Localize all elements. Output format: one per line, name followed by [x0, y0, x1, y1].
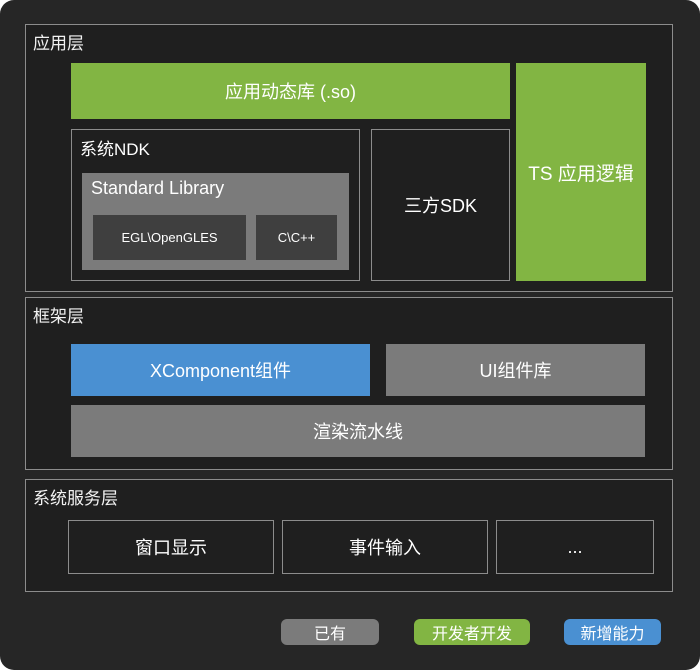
- dynamic-lib-box: 应用动态库 (.so): [71, 63, 510, 119]
- event-input-box: 事件输入: [282, 520, 488, 574]
- app-layer: 应用层 应用动态库 (.so) TS 应用逻辑 系统NDK Standard L…: [25, 24, 673, 292]
- architecture-diagram: 应用层 应用动态库 (.so) TS 应用逻辑 系统NDK Standard L…: [0, 0, 700, 670]
- more-box: ...: [496, 520, 654, 574]
- system-service-layer-title: 系统服务层: [33, 489, 118, 508]
- framework-layer-title: 框架层: [33, 307, 84, 326]
- system-service-layer: 系统服务层 窗口显示 事件输入 ...: [25, 479, 673, 592]
- legend-existing: 已有: [281, 619, 379, 645]
- window-display-box: 窗口显示: [68, 520, 274, 574]
- c-cpp-box: C\C++: [256, 215, 337, 260]
- framework-layer: 框架层 XComponent组件 UI组件库 渲染流水线: [25, 297, 673, 470]
- third-party-sdk-box: 三方SDK: [371, 129, 510, 281]
- xcomponent-box: XComponent组件: [71, 344, 370, 396]
- render-pipeline-box: 渲染流水线: [71, 405, 645, 457]
- legend-new: 新增能力: [564, 619, 661, 645]
- ndk-title: 系统NDK: [80, 140, 150, 159]
- ui-lib-box: UI组件库: [386, 344, 645, 396]
- egl-opengles-box: EGL\OpenGLES: [93, 215, 246, 260]
- standard-library-title: Standard Library: [91, 178, 225, 198]
- ts-logic-box: TS 应用逻辑: [516, 63, 646, 281]
- app-layer-title: 应用层: [33, 34, 84, 53]
- ndk-box: 系统NDK Standard Library EGL\OpenGLES C\C+…: [71, 129, 360, 281]
- standard-library-box: Standard Library EGL\OpenGLES C\C++: [82, 173, 349, 270]
- legend-developer: 开发者开发: [414, 619, 530, 645]
